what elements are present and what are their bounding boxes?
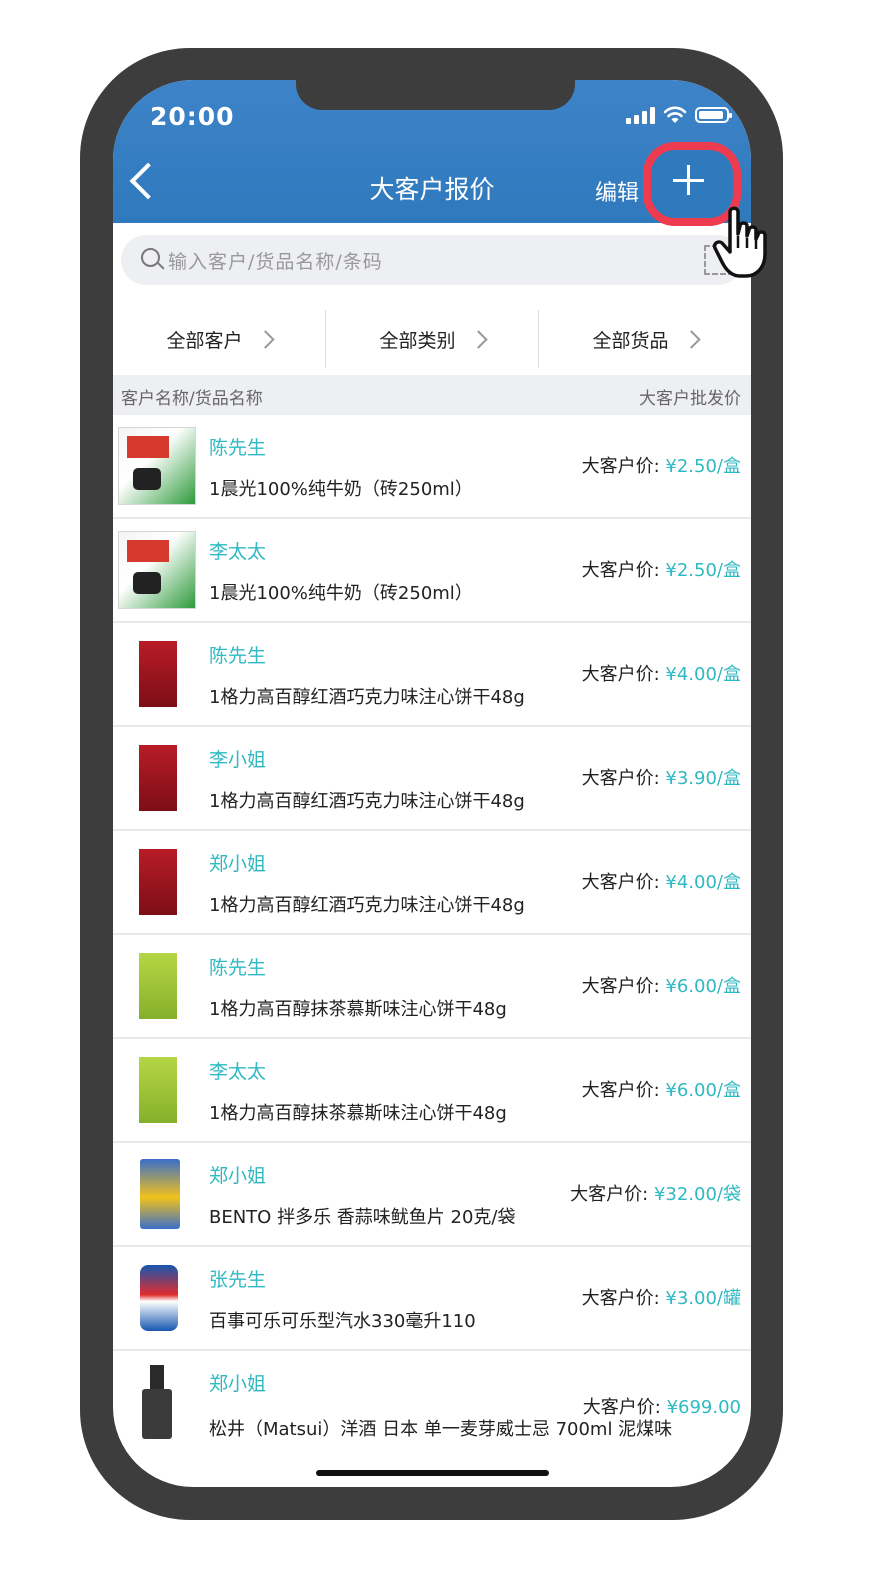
product-name: 1格力高百醇红酒巧克力味注心饼干48g — [209, 895, 525, 916]
cellular-signal-icon — [626, 106, 655, 124]
filter-category[interactable]: 全部类别 — [325, 310, 538, 368]
price-label: 大客户价: — [570, 1184, 654, 1205]
price-value: ¥6.00/盒 — [665, 976, 741, 997]
list-item[interactable]: 李太太 1格力高百醇抹茶慕斯味注心饼干48g 大客户价: ¥6.00/盒 — [113, 1039, 751, 1143]
home-indicator — [316, 1470, 549, 1476]
chevron-right-icon — [681, 329, 701, 349]
soda-can-icon — [118, 1259, 196, 1337]
product-name: 1晨光100%纯牛奶（砖250ml） — [209, 583, 473, 604]
milk-carton-icon — [118, 531, 196, 609]
filter-label: 全部货品 — [592, 329, 669, 352]
price-value: ¥3.00/罐 — [665, 1288, 741, 1309]
price: 大客户价: ¥699.00 — [583, 1393, 741, 1419]
list-item[interactable]: 郑小姐 1格力高百醇红酒巧克力味注心饼干48g 大客户价: ¥4.00/盒 — [113, 831, 751, 935]
price-value: ¥2.50/盒 — [665, 456, 741, 477]
customer-name: 张先生 — [209, 1269, 267, 1291]
biscuit-box-green-icon — [118, 947, 196, 1025]
product-name: 1格力高百醇红酒巧克力味注心饼干48g — [209, 791, 525, 812]
customer-name: 李太太 — [209, 1061, 267, 1083]
list-item[interactable]: 陈先生 1晨光100%纯牛奶（砖250ml） 大客户价: ¥2.50/盒 — [113, 415, 751, 519]
price: 大客户价: ¥4.00/盒 — [582, 868, 741, 894]
product-name: 1格力高百醇抹茶慕斯味注心饼干48g — [209, 1103, 507, 1124]
price-value: ¥4.00/盒 — [665, 872, 741, 893]
price: 大客户价: ¥3.00/罐 — [582, 1284, 741, 1310]
biscuit-box-red-icon — [118, 635, 196, 713]
price-value: ¥4.00/盒 — [665, 664, 741, 685]
list-header-left: 客户名称/货品名称 — [121, 389, 263, 409]
whisky-bottle-icon — [118, 1363, 196, 1441]
price-label: 大客户价: — [581, 560, 666, 581]
customer-name: 陈先生 — [209, 957, 267, 979]
wifi-icon — [663, 106, 687, 123]
filter-bar: 全部客户 全部类别 全部货品 — [113, 310, 751, 368]
search-input[interactable]: 输入客户/货品名称/条码 — [168, 247, 383, 274]
price-label: 大客户价: — [581, 976, 666, 997]
device-notch — [296, 80, 575, 110]
pointing-hand-icon — [712, 206, 767, 278]
list-item[interactable]: 李小姐 1格力高百醇红酒巧克力味注心饼干48g 大客户价: ¥3.90/盒 — [113, 727, 751, 831]
price-value: ¥3.90/盒 — [665, 768, 741, 789]
chevron-right-icon — [255, 329, 275, 349]
customer-name: 郑小姐 — [209, 853, 267, 875]
customer-name: 陈先生 — [209, 437, 267, 459]
filter-goods[interactable]: 全部货品 — [538, 310, 751, 368]
customer-name: 郑小姐 — [209, 1373, 267, 1395]
product-name: BENTO 拌多乐 香蒜味鱿鱼片 20克/袋 — [209, 1207, 516, 1228]
search-bar[interactable]: 输入客户/货品名称/条码 — [121, 235, 743, 285]
price-label: 大客户价: — [581, 768, 666, 789]
filter-label: 全部客户 — [166, 329, 243, 352]
biscuit-box-green-icon — [118, 1051, 196, 1129]
biscuit-box-red-icon — [118, 739, 196, 817]
battery-icon — [695, 107, 732, 123]
status-time: 20:00 — [150, 102, 235, 131]
price-value: ¥32.00/袋 — [653, 1184, 741, 1205]
price-value: ¥699.00 — [666, 1397, 741, 1418]
customer-name: 李小姐 — [209, 749, 267, 771]
price: 大客户价: ¥2.50/盒 — [582, 556, 741, 582]
list-header-right: 大客户批发价 — [639, 389, 741, 409]
milk-carton-icon — [118, 427, 196, 505]
search-icon — [141, 248, 160, 267]
snack-bag-icon — [118, 1155, 196, 1233]
price-label: 大客户价: — [581, 1080, 666, 1101]
list-item[interactable]: 郑小姐 BENTO 拌多乐 香蒜味鱿鱼片 20克/袋 大客户价: ¥32.00/… — [113, 1143, 751, 1247]
app-screen: 20:00 大客户报价 编辑 输入客户/货品名称/条码 全部客户 全部类别 全部… — [113, 80, 751, 1487]
customer-name: 郑小姐 — [209, 1165, 267, 1187]
product-name: 1格力高百醇红酒巧克力味注心饼干48g — [209, 687, 525, 708]
price-label: 大客户价: — [581, 664, 666, 685]
list-item[interactable]: 郑小姐 松井（Matsui）洋酒 日本 单一麦芽威士忌 700ml 泥煤味 大客… — [113, 1351, 751, 1455]
chevron-right-icon — [468, 329, 488, 349]
customer-name: 李太太 — [209, 541, 267, 563]
status-icons — [626, 106, 732, 124]
product-name: 1晨光100%纯牛奶（砖250ml） — [209, 479, 473, 500]
price: 大客户价: ¥6.00/盒 — [582, 1076, 741, 1102]
edit-button[interactable]: 编辑 — [595, 175, 639, 207]
biscuit-box-red-icon — [118, 843, 196, 921]
price-label: 大客户价: — [581, 872, 666, 893]
list-item[interactable]: 张先生 百事可乐可乐型汽水330毫升110 大客户价: ¥3.00/罐 — [113, 1247, 751, 1351]
price-list: 陈先生 1晨光100%纯牛奶（砖250ml） 大客户价: ¥2.50/盒 李太太… — [113, 415, 751, 1455]
price: 大客户价: ¥3.90/盒 — [582, 764, 741, 790]
price: 大客户价: ¥4.00/盒 — [582, 660, 741, 686]
filter-label: 全部类别 — [379, 329, 456, 352]
filter-customer[interactable]: 全部客户 — [113, 310, 325, 368]
list-item[interactable]: 李太太 1晨光100%纯牛奶（砖250ml） 大客户价: ¥2.50/盒 — [113, 519, 751, 623]
price-value: ¥2.50/盒 — [665, 560, 741, 581]
list-item[interactable]: 陈先生 1格力高百醇红酒巧克力味注心饼干48g 大客户价: ¥4.00/盒 — [113, 623, 751, 727]
product-name: 1格力高百醇抹茶慕斯味注心饼干48g — [209, 999, 507, 1020]
price: 大客户价: ¥2.50/盒 — [582, 452, 741, 478]
list-header: 客户名称/货品名称 大客户批发价 — [113, 375, 751, 415]
customer-name: 陈先生 — [209, 645, 267, 667]
product-name: 百事可乐可乐型汽水330毫升110 — [209, 1311, 476, 1332]
price-label: 大客户价: — [581, 456, 666, 477]
price-label: 大客户价: — [581, 1288, 666, 1309]
price-value: ¥6.00/盒 — [665, 1080, 741, 1101]
price: 大客户价: ¥6.00/盒 — [582, 972, 741, 998]
price: 大客户价: ¥32.00/袋 — [570, 1180, 741, 1206]
list-item[interactable]: 陈先生 1格力高百醇抹茶慕斯味注心饼干48g 大客户价: ¥6.00/盒 — [113, 935, 751, 1039]
price-label: 大客户价: — [582, 1397, 667, 1418]
